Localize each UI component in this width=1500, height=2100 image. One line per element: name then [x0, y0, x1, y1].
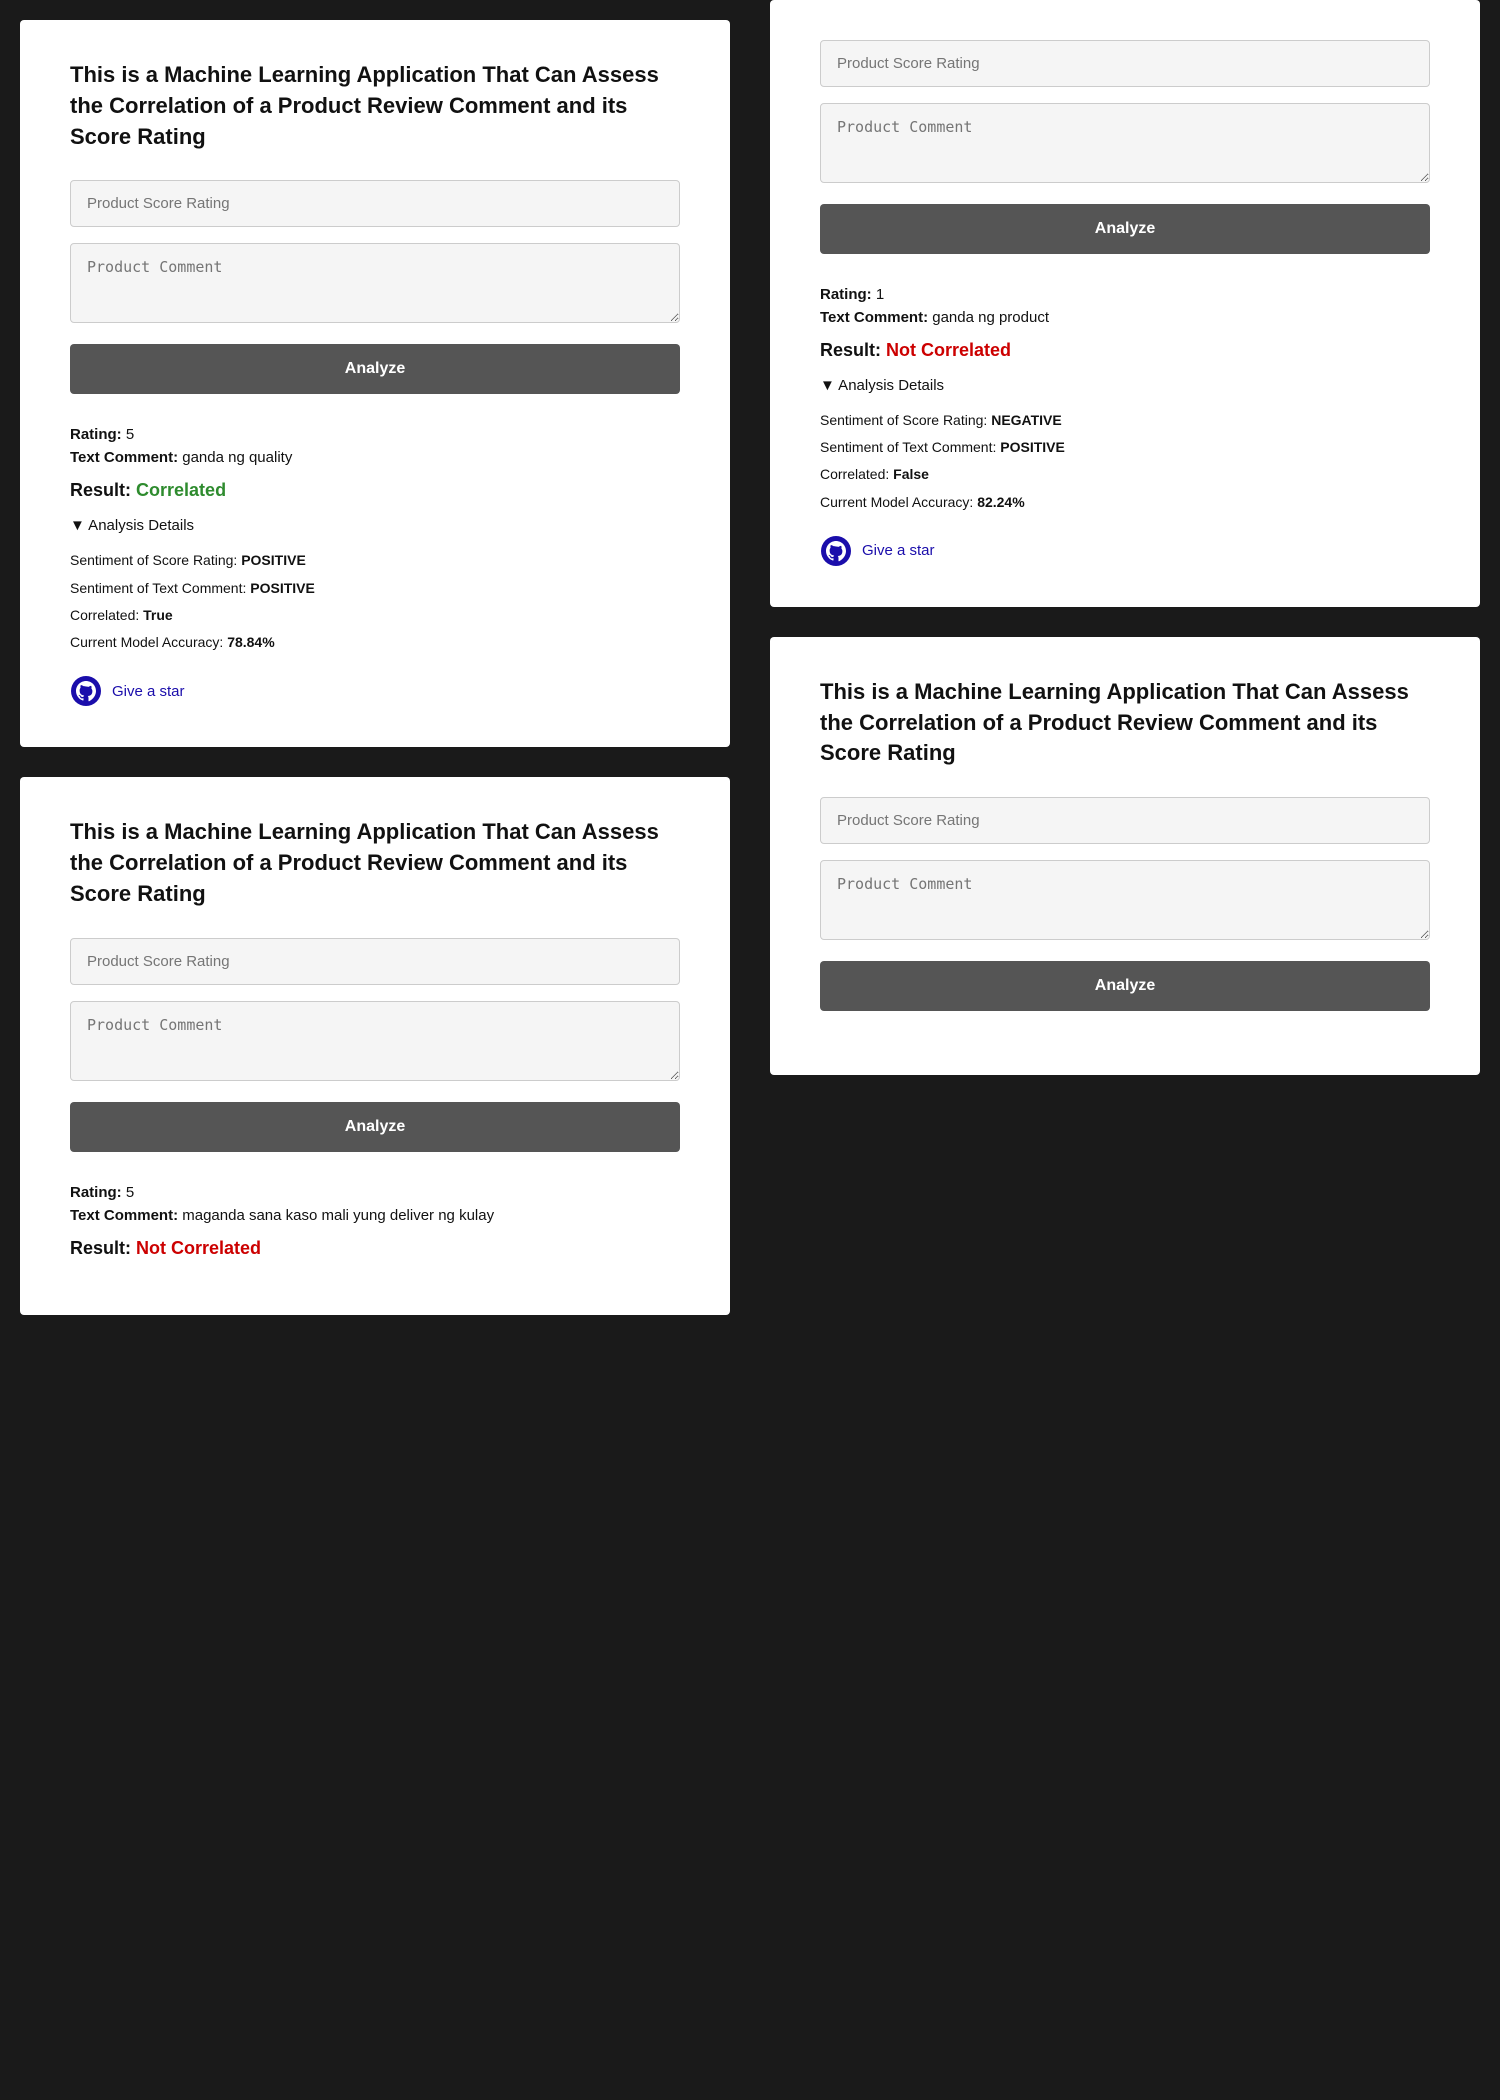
comment-val-2-left: maganda sana kaso mali yung deliver ng k…	[182, 1207, 494, 1224]
sentiment-comment-val-1-right: POSITIVE	[1000, 439, 1065, 455]
card-2-left: This is a Machine Learning Application T…	[20, 777, 730, 1314]
result-section-1-right: Rating: 1 Text Comment: ganda ng product…	[820, 286, 1430, 567]
github-icon-1-left	[70, 675, 102, 707]
sentiment-comment-label: Sentiment of Text Comment:	[70, 580, 246, 596]
github-icon-1-right	[820, 535, 852, 567]
text-comment-label-2: Text Comment:	[70, 1207, 178, 1224]
comment-val: ganda ng quality	[182, 449, 292, 466]
sentiment-score-val-1-left: POSITIVE	[241, 552, 306, 568]
left-column: This is a Machine Learning Application T…	[0, 0, 750, 2100]
github-link-text-1-right: Give a star	[862, 542, 935, 559]
sentiment-comment-line-1-right: Sentiment of Text Comment: POSITIVE	[820, 435, 1430, 460]
sentiment-score-label-1r: Sentiment of Score Rating:	[820, 412, 987, 428]
comment-val-1-right: ganda ng product	[932, 309, 1049, 326]
correlated-val-1-left: True	[143, 607, 173, 623]
rating-label: Rating:	[70, 426, 122, 443]
rating-label-2: Rating:	[70, 1184, 122, 1201]
correlated-label-1r: Correlated:	[820, 466, 889, 482]
analyze-button-1-right[interactable]: Analyze	[820, 204, 1430, 254]
analysis-details-1-left: Sentiment of Score Rating: POSITIVE Sent…	[70, 548, 680, 655]
rating-val: 5	[126, 426, 134, 443]
comment-result-1-left: Text Comment: ganda ng quality	[70, 449, 680, 466]
sentiment-comment-label-1r: Sentiment of Text Comment:	[820, 439, 996, 455]
rating-input-2-right[interactable]	[820, 797, 1430, 844]
sentiment-comment-line-1-left: Sentiment of Text Comment: POSITIVE	[70, 576, 680, 601]
result-label-1-right: Result: Not Correlated	[820, 340, 1430, 361]
rating-result-2-left: Rating: 5	[70, 1184, 680, 1201]
result-prefix-1r: Result:	[820, 340, 881, 360]
result-prefix-2: Result:	[70, 1238, 131, 1258]
result-section-1-left: Rating: 5 Text Comment: ganda ng quality…	[70, 426, 680, 707]
accuracy-line-1-left: Current Model Accuracy: 78.84%	[70, 630, 680, 655]
accuracy-label-1r: Current Model Accuracy:	[820, 494, 973, 510]
card-2-right-title: This is a Machine Learning Application T…	[820, 677, 1430, 769]
result-label-2-left: Result: Not Correlated	[70, 1238, 680, 1259]
rating-input-1-right[interactable]	[820, 40, 1430, 87]
accuracy-label: Current Model Accuracy:	[70, 634, 223, 650]
card-1-left: This is a Machine Learning Application T…	[20, 20, 730, 747]
text-comment-label: Text Comment:	[70, 449, 178, 466]
analysis-toggle-1-left[interactable]: ▼ Analysis Details	[70, 517, 680, 534]
comment-input-2-right[interactable]	[820, 860, 1430, 940]
comment-input-2-left[interactable]	[70, 1001, 680, 1081]
correlated-line-1-right: Correlated: False	[820, 462, 1430, 487]
accuracy-line-1-right: Current Model Accuracy: 82.24%	[820, 490, 1430, 515]
comment-result-1-right: Text Comment: ganda ng product	[820, 309, 1430, 326]
analyze-button-2-right[interactable]: Analyze	[820, 961, 1430, 1011]
sentiment-score-label: Sentiment of Score Rating:	[70, 552, 237, 568]
result-prefix: Result:	[70, 480, 131, 500]
accuracy-val-1-right: 82.24%	[977, 494, 1024, 510]
rating-input-2-left[interactable]	[70, 938, 680, 985]
analyze-button-2-left[interactable]: Analyze	[70, 1102, 680, 1152]
result-label-1-left: Result: Correlated	[70, 480, 680, 501]
github-link-1-right[interactable]: Give a star	[820, 535, 1430, 567]
sentiment-score-val-1-right: NEGATIVE	[991, 412, 1062, 428]
rating-label-1r: Rating:	[820, 286, 872, 303]
result-value-2-left: Not Correlated	[136, 1238, 261, 1258]
github-link-1-left[interactable]: Give a star	[70, 675, 680, 707]
result-section-2-left: Rating: 5 Text Comment: maganda sana kas…	[70, 1184, 680, 1259]
analysis-details-1-right: Sentiment of Score Rating: NEGATIVE Sent…	[820, 408, 1430, 515]
result-value-1-left: Correlated	[136, 480, 226, 500]
analyze-button-1-left[interactable]: Analyze	[70, 344, 680, 394]
comment-input-1-right[interactable]	[820, 103, 1430, 183]
correlated-label: Correlated:	[70, 607, 139, 623]
rating-val-2-left: 5	[126, 1184, 134, 1201]
card-2-left-title: This is a Machine Learning Application T…	[70, 817, 680, 909]
correlated-val-1-right: False	[893, 466, 929, 482]
card-1-left-title: This is a Machine Learning Application T…	[70, 60, 680, 152]
sentiment-score-line-1-left: Sentiment of Score Rating: POSITIVE	[70, 548, 680, 573]
text-comment-label-1r: Text Comment:	[820, 309, 928, 326]
analysis-toggle-1-right[interactable]: ▼ Analysis Details	[820, 377, 1430, 394]
correlated-line-1-left: Correlated: True	[70, 603, 680, 628]
github-link-text-1-left: Give a star	[112, 683, 185, 700]
rating-val-1-right: 1	[876, 286, 884, 303]
accuracy-val-1-left: 78.84%	[227, 634, 274, 650]
sentiment-comment-val-1-left: POSITIVE	[250, 580, 315, 596]
comment-input-1-left[interactable]	[70, 243, 680, 323]
rating-input-1-left[interactable]	[70, 180, 680, 227]
result-value-1-right: Not Correlated	[886, 340, 1011, 360]
comment-result-2-left: Text Comment: maganda sana kaso mali yun…	[70, 1207, 680, 1224]
rating-result-1-left: Rating: 5	[70, 426, 680, 443]
right-column: Analyze Rating: 1 Text Comment: ganda ng…	[750, 0, 1500, 2100]
card-1-right: Analyze Rating: 1 Text Comment: ganda ng…	[770, 0, 1480, 607]
rating-result-1-right: Rating: 1	[820, 286, 1430, 303]
card-2-right: This is a Machine Learning Application T…	[770, 637, 1480, 1075]
sentiment-score-line-1-right: Sentiment of Score Rating: NEGATIVE	[820, 408, 1430, 433]
